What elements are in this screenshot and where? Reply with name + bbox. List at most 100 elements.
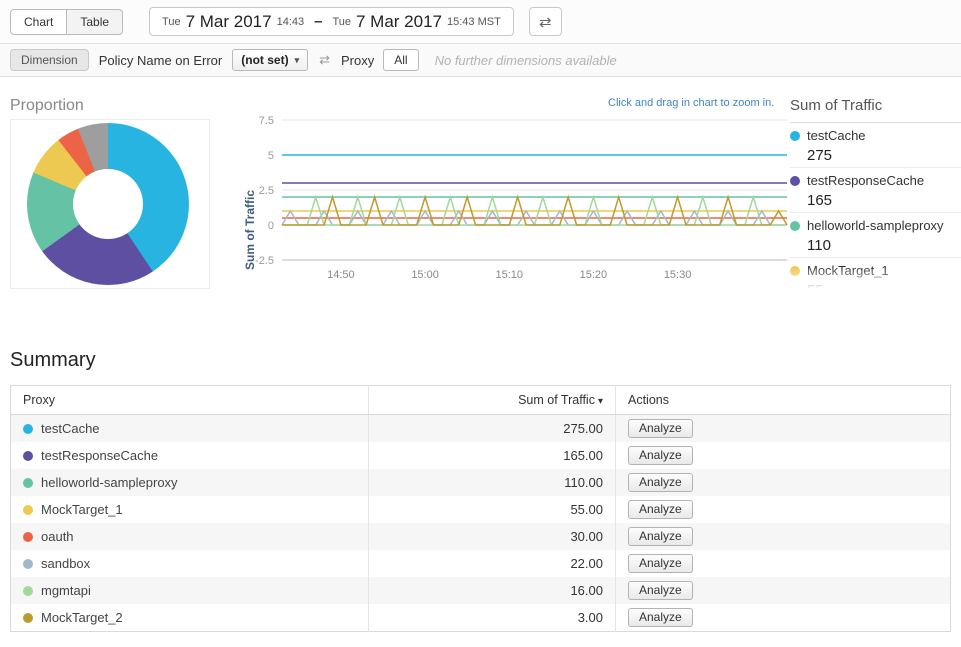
proxy-name: mgmtapi	[41, 583, 91, 598]
table-row: helloworld-sampleproxy 110.00 Analyze	[11, 469, 951, 496]
table-row: mgmtapi 16.00 Analyze	[11, 577, 951, 604]
proxy-filter-button[interactable]: All	[383, 49, 418, 71]
analyze-button[interactable]: Analyze	[628, 608, 693, 627]
series-color-dot	[23, 478, 33, 488]
actions-cell: Analyze	[616, 496, 951, 523]
refresh-button[interactable]: ⇄	[529, 7, 562, 36]
start-time: 14:43	[277, 16, 305, 28]
svg-text:5: 5	[268, 150, 274, 162]
legend-item[interactable]: helloworld-sampleproxy 110	[790, 213, 961, 258]
proxy-name: MockTarget_1	[41, 502, 123, 517]
legend-series-value: 55	[807, 282, 961, 293]
svg-text:-2.5: -2.5	[255, 255, 274, 267]
svg-text:0: 0	[268, 220, 274, 232]
legend-item[interactable]: MockTarget_1 55	[790, 258, 961, 293]
actions-cell: Analyze	[616, 442, 951, 469]
zoom-hint-text: Click and drag in chart to zoom in.	[608, 97, 774, 109]
date-range-separator: –	[314, 13, 322, 30]
legend-series-value: 110	[807, 237, 961, 254]
dimension-chip[interactable]: Dimension	[10, 49, 89, 71]
table-row: testResponseCache 165.00 Analyze	[11, 442, 951, 469]
svg-text:15:00: 15:00	[411, 269, 439, 281]
date-range-picker[interactable]: Tue 7 Mar 2017 14:43 – Tue 7 Mar 2017 15…	[149, 7, 514, 36]
actions-cell: Analyze	[616, 523, 951, 550]
refresh-icon: ⇄	[539, 13, 552, 31]
table-row: MockTarget_1 55.00 Analyze	[11, 496, 951, 523]
analyze-button[interactable]: Analyze	[628, 527, 693, 546]
end-date: 7 Mar 2017	[356, 12, 442, 32]
swap-icon: ⇄	[319, 52, 330, 68]
view-toggle: Chart Table	[10, 9, 123, 35]
traffic-cell: 55.00	[369, 496, 616, 523]
column-header-actions: Actions	[616, 386, 951, 415]
summary-header-row: Proxy Sum of Traffic▾ Actions	[11, 386, 951, 415]
legend-series-value: 275	[807, 147, 961, 164]
proxy-cell: mgmtapi	[11, 577, 369, 604]
analyze-button[interactable]: Analyze	[628, 500, 693, 519]
table-view-button[interactable]: Table	[67, 9, 123, 35]
svg-text:14:50: 14:50	[327, 269, 355, 281]
analyze-button[interactable]: Analyze	[628, 554, 693, 573]
series-color-dot	[790, 221, 800, 231]
column-header-proxy: Proxy	[11, 386, 369, 415]
chart-view-button[interactable]: Chart	[10, 9, 67, 35]
top-toolbar: Chart Table Tue 7 Mar 2017 14:43 – Tue 7…	[0, 0, 961, 44]
legend-series-name: testResponseCache	[807, 173, 924, 188]
traffic-cell: 30.00	[369, 523, 616, 550]
series-color-dot	[23, 532, 33, 542]
series-color-dot	[790, 131, 800, 141]
summary-section: Summary Proxy Sum of Traffic▾ Actions te…	[0, 339, 961, 632]
start-day: Tue	[162, 16, 181, 28]
traffic-cell: 110.00	[369, 469, 616, 496]
dimension-value-dropdown[interactable]: (not set) ▾	[232, 49, 308, 71]
proportion-chart-panel	[10, 119, 210, 289]
analyze-button[interactable]: Analyze	[628, 581, 693, 600]
dimension-value-label: (not set)	[241, 53, 288, 67]
svg-text:2.5: 2.5	[259, 185, 274, 197]
proxy-cell: oauth	[11, 523, 369, 550]
svg-text:7.5: 7.5	[259, 115, 274, 127]
series-color-dot	[23, 424, 33, 434]
traffic-header-label: Sum of Traffic	[518, 393, 595, 407]
table-row: testCache 275.00 Analyze	[11, 415, 951, 443]
proxy-name: testResponseCache	[41, 448, 158, 463]
actions-cell: Analyze	[616, 604, 951, 632]
actions-cell: Analyze	[616, 550, 951, 577]
analyze-button[interactable]: Analyze	[628, 446, 693, 465]
proxy-cell: MockTarget_2	[11, 604, 369, 632]
end-day: Tue	[332, 16, 351, 28]
legend-series-name: testCache	[807, 128, 866, 143]
proxy-cell: testResponseCache	[11, 442, 369, 469]
proxy-cell: testCache	[11, 415, 369, 443]
proxy-cell: sandbox	[11, 550, 369, 577]
line-chart-svg[interactable]: 7.552.50-2.514:5015:0015:1015:2015:30	[237, 115, 792, 287]
proxy-cell: helloworld-sampleproxy	[11, 469, 369, 496]
legend-item[interactable]: testResponseCache 165	[790, 168, 961, 213]
summary-title: Summary	[10, 349, 961, 372]
column-header-traffic[interactable]: Sum of Traffic▾	[369, 386, 616, 415]
series-color-dot	[23, 586, 33, 596]
summary-table: Proxy Sum of Traffic▾ Actions testCache …	[10, 385, 951, 632]
traffic-cell: 22.00	[369, 550, 616, 577]
series-color-dot	[23, 505, 33, 515]
traffic-cell: 3.00	[369, 604, 616, 632]
table-row: MockTarget_2 3.00 Analyze	[11, 604, 951, 632]
legend-series-name: MockTarget_1	[807, 263, 889, 278]
sort-desc-icon: ▾	[598, 396, 603, 407]
svg-text:15:20: 15:20	[580, 269, 608, 281]
analytics-dashboard: Chart Table Tue 7 Mar 2017 14:43 – Tue 7…	[0, 0, 961, 647]
analyze-button[interactable]: Analyze	[628, 473, 693, 492]
end-time: 15:43 MST	[447, 16, 501, 28]
legend-item[interactable]: testCache 275	[790, 123, 961, 168]
dimensions-note: No further dimensions available	[435, 53, 617, 68]
legend-title: Sum of Traffic	[790, 97, 961, 123]
legend-list: testCache 275 testResponseCache 165 hell…	[790, 123, 961, 293]
analyze-button[interactable]: Analyze	[628, 419, 693, 438]
actions-cell: Analyze	[616, 469, 951, 496]
dimension-name-label: Policy Name on Error	[99, 53, 223, 68]
table-row: sandbox 22.00 Analyze	[11, 550, 951, 577]
traffic-cell: 16.00	[369, 577, 616, 604]
proxy-name: MockTarget_2	[41, 610, 123, 625]
proxy-name: oauth	[41, 529, 74, 544]
proportion-donut[interactable]	[27, 123, 189, 285]
